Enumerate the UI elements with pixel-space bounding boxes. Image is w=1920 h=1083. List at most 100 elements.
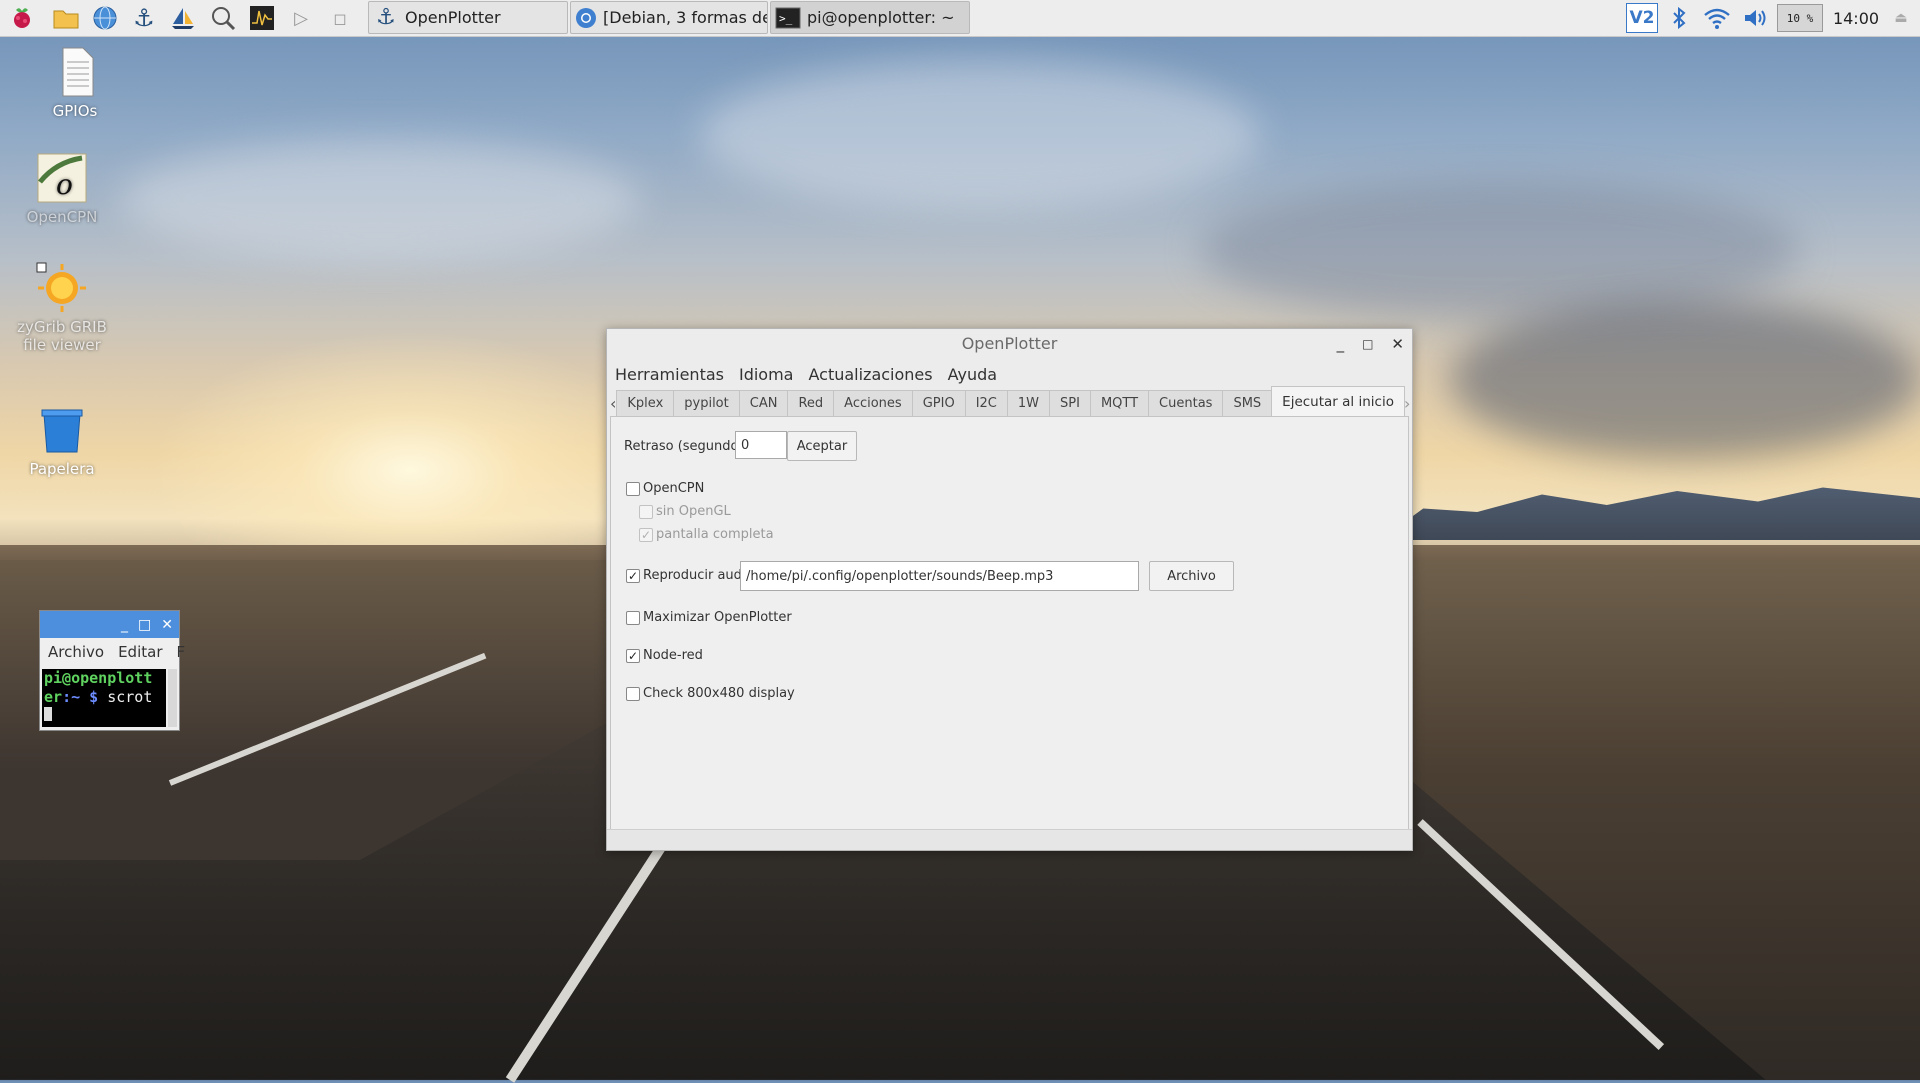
stop-icon[interactable]: ◻ bbox=[325, 3, 355, 33]
openplotter-window: OpenPlotter _ □ ✕ Herramientas Idioma Ac… bbox=[606, 328, 1413, 851]
cpu-usage: 10 % bbox=[1777, 4, 1823, 32]
taskbar-task-terminal[interactable]: >_ pi@openplotter: ~ bbox=[770, 1, 970, 34]
terminal-titlebar[interactable]: _ □ ✕ bbox=[40, 611, 179, 638]
play-icon[interactable]: ▷ bbox=[286, 3, 316, 33]
cpu-monitor: 10 % bbox=[1776, 0, 1824, 36]
maximize-icon[interactable]: □ bbox=[138, 617, 151, 633]
opencpn-label: OpenCPN bbox=[643, 481, 705, 496]
cloud bbox=[1450, 300, 1920, 460]
cloud bbox=[120, 140, 640, 260]
menu-archivo[interactable]: Archivo bbox=[48, 643, 104, 661]
cloud bbox=[700, 60, 1260, 210]
prompt-user: pi@openplott bbox=[44, 669, 153, 687]
delay-label: Retraso (segundos) bbox=[624, 439, 751, 454]
sun-icon bbox=[36, 262, 88, 314]
tab-acciones[interactable]: Acciones bbox=[833, 390, 913, 416]
menu-f[interactable]: F bbox=[177, 643, 186, 661]
audio-path-input[interactable]: /home/pi/.config/openplotter/sounds/Beep… bbox=[740, 561, 1139, 591]
opencpn-checkbox[interactable] bbox=[626, 482, 640, 496]
tab-gpio[interactable]: GPIO bbox=[911, 390, 966, 416]
display-check-checkbox[interactable] bbox=[626, 687, 640, 701]
sailboat-icon[interactable] bbox=[168, 3, 198, 33]
vnc-icon[interactable]: V2 bbox=[1624, 0, 1660, 36]
folder-icon[interactable] bbox=[51, 3, 81, 33]
maximize-label: Maximizar OpenPlotter bbox=[643, 610, 792, 625]
clock[interactable]: 14:00 bbox=[1830, 0, 1882, 36]
taskbar-task-openplotter[interactable]: ⚓ OpenPlotter bbox=[368, 1, 568, 34]
tab-red[interactable]: Red bbox=[787, 390, 835, 416]
prompt-path: :~ $ bbox=[62, 688, 99, 706]
tab-kplex[interactable]: Kplex bbox=[616, 390, 675, 416]
tab-sms[interactable]: SMS bbox=[1222, 390, 1273, 416]
tab-1w[interactable]: 1W bbox=[1006, 390, 1050, 416]
wifi-icon[interactable] bbox=[1700, 0, 1734, 36]
maximize-checkbox[interactable] bbox=[626, 611, 640, 625]
anchor-icon: ⚓ bbox=[376, 5, 396, 30]
tab-pypilot[interactable]: pypilot bbox=[673, 390, 740, 416]
text-file-icon bbox=[49, 46, 101, 98]
window-title-text: OpenPlotter bbox=[961, 334, 1058, 353]
menu-ayuda[interactable]: Ayuda bbox=[948, 365, 997, 384]
mountains bbox=[1380, 487, 1920, 540]
cursor bbox=[44, 707, 52, 721]
file-button[interactable]: Archivo bbox=[1149, 561, 1234, 591]
desktop-icon-label: GPIOs bbox=[52, 102, 98, 120]
minimize-icon[interactable]: _ bbox=[1337, 329, 1345, 359]
desktop-icon-trash[interactable]: Papelera bbox=[7, 404, 117, 478]
desktop-icon-label: OpenCPN bbox=[26, 208, 98, 226]
desktop-icon-zygrib[interactable]: zyGrib GRIB file viewer bbox=[7, 262, 117, 354]
terminal-menubar: Archivo Editar F bbox=[40, 638, 185, 666]
raspberry-menu-icon[interactable] bbox=[7, 3, 37, 33]
window-title[interactable]: OpenPlotter _ □ ✕ bbox=[607, 329, 1412, 359]
minimize-icon[interactable]: _ bbox=[121, 617, 128, 633]
taskbar-task-browser[interactable]: [Debian, 3 formas de ... bbox=[570, 1, 768, 34]
delay-input[interactable]: 0 bbox=[735, 431, 787, 459]
play-audio-checkbox[interactable]: ✓ bbox=[626, 569, 640, 583]
trash-icon bbox=[36, 404, 88, 456]
fullscreen-label: pantalla completa bbox=[656, 527, 774, 542]
prompt-host: er bbox=[44, 688, 63, 706]
svg-text:o: o bbox=[56, 168, 73, 201]
menu-actualizaciones[interactable]: Actualizaciones bbox=[808, 365, 932, 384]
terminal-screen[interactable]: pi@openplott er:~ $ scrot bbox=[42, 669, 166, 727]
oscilloscope-icon[interactable] bbox=[247, 3, 277, 33]
menu-idioma[interactable]: Idioma bbox=[739, 365, 794, 384]
cloud bbox=[1200, 180, 1800, 320]
task-label: [Debian, 3 formas de ... bbox=[603, 8, 767, 27]
display-check-label: Check 800x480 display bbox=[643, 686, 795, 701]
maximize-icon[interactable]: □ bbox=[1362, 329, 1373, 359]
tab-can[interactable]: CAN bbox=[738, 390, 789, 416]
scrollbar[interactable] bbox=[168, 669, 177, 727]
close-icon[interactable]: ✕ bbox=[1391, 329, 1404, 359]
status-bar bbox=[607, 829, 1412, 850]
volume-icon[interactable] bbox=[1739, 0, 1773, 36]
tab-spi[interactable]: SPI bbox=[1049, 390, 1091, 416]
accept-button[interactable]: Aceptar bbox=[787, 431, 857, 461]
taskbar: ⚓ ▷ ◻ ⚓ OpenPlotter [Debian, 3 formas de… bbox=[0, 0, 1920, 37]
task-label: pi@openplotter: ~ bbox=[807, 8, 955, 27]
startup-panel: Retraso (segundos) 0 Aceptar OpenCPN sin… bbox=[610, 416, 1409, 830]
no-opengl-checkbox[interactable] bbox=[639, 505, 653, 519]
anchor-icon[interactable]: ⚓ bbox=[129, 3, 159, 33]
browser-globe-icon[interactable] bbox=[90, 3, 120, 33]
terminal-icon: >_ bbox=[775, 5, 801, 31]
chevron-right-icon[interactable]: › bbox=[1404, 390, 1410, 416]
tab-mqtt[interactable]: MQTT bbox=[1089, 390, 1150, 416]
tab-i2c[interactable]: I2C bbox=[964, 390, 1008, 416]
bluetooth-icon[interactable] bbox=[1664, 0, 1694, 36]
eject-icon[interactable]: ⏏ bbox=[1888, 0, 1914, 36]
tab-cuentas[interactable]: Cuentas bbox=[1148, 390, 1224, 416]
close-icon[interactable]: ✕ bbox=[161, 617, 173, 633]
desktop-icon-opencpn[interactable]: o OpenCPN bbox=[7, 152, 117, 226]
tab-ejecutar-al-inicio[interactable]: Ejecutar al inicio bbox=[1271, 386, 1405, 416]
desktop-icon-gpios[interactable]: GPIOs bbox=[20, 46, 130, 120]
fullscreen-checkbox[interactable]: ✓ bbox=[639, 528, 653, 542]
magnifier-icon[interactable] bbox=[208, 3, 238, 33]
menu-editar[interactable]: Editar bbox=[118, 643, 162, 661]
play-audio-label: Reproducir audio bbox=[643, 568, 754, 583]
node-red-checkbox[interactable]: ✓ bbox=[626, 649, 640, 663]
opencpn-icon: o bbox=[36, 152, 88, 204]
chromium-icon bbox=[575, 5, 597, 31]
terminal-window[interactable]: _ □ ✕ Archivo Editar F pi@openplott er:~… bbox=[39, 610, 185, 731]
menu-herramientas[interactable]: Herramientas bbox=[615, 365, 724, 384]
